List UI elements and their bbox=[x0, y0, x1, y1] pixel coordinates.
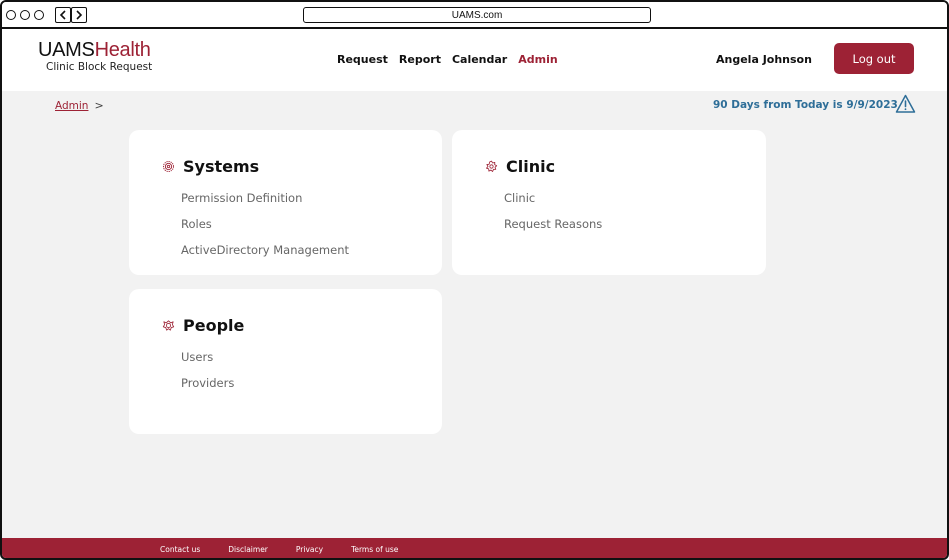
link-activedirectory-management[interactable]: ActiveDirectory Management bbox=[181, 243, 349, 257]
footer-link-privacy[interactable]: Privacy bbox=[296, 545, 323, 554]
logo-wordmark-health: Health bbox=[94, 39, 151, 61]
forward-button[interactable] bbox=[71, 7, 87, 23]
window-controls bbox=[6, 10, 44, 20]
gear-icon bbox=[162, 320, 175, 331]
address-bar[interactable]: UAMS.com bbox=[303, 7, 651, 23]
chevron-left-icon bbox=[59, 10, 66, 20]
link-users[interactable]: Users bbox=[181, 350, 234, 364]
main-nav: Request Report Calendar Admin bbox=[337, 53, 558, 66]
maximize-window-icon[interactable] bbox=[34, 10, 44, 20]
clinic-card: Clinic Clinic Request Reasons bbox=[452, 130, 766, 275]
systems-card-heading: Systems bbox=[183, 157, 260, 176]
minimize-window-icon[interactable] bbox=[20, 10, 30, 20]
people-card-title: People bbox=[162, 316, 244, 335]
footer-link-terms[interactable]: Terms of use bbox=[351, 545, 398, 554]
systems-card-links: Permission Definition Roles ActiveDirect… bbox=[181, 191, 349, 269]
link-providers[interactable]: Providers bbox=[181, 376, 234, 390]
logo-wordmark: UAMSHealth bbox=[38, 39, 152, 61]
browser-toolbar: UAMS.com bbox=[2, 2, 947, 29]
people-card-links: Users Providers bbox=[181, 350, 234, 402]
breadcrumb-separator: > bbox=[94, 99, 104, 112]
gear-icon bbox=[486, 160, 498, 172]
days-notice: 90 Days from Today is 9/9/2023 bbox=[713, 99, 898, 111]
app-subtitle: Clinic Block Request bbox=[46, 61, 153, 73]
link-request-reasons[interactable]: Request Reasons bbox=[504, 217, 602, 231]
app-header: UAMSHealth Clinic Block Request Request … bbox=[2, 29, 947, 91]
link-permission-definition[interactable]: Permission Definition bbox=[181, 191, 349, 205]
people-card: People Users Providers bbox=[129, 289, 442, 434]
nav-item-request[interactable]: Request bbox=[337, 53, 388, 66]
warning-icon[interactable] bbox=[895, 94, 916, 114]
back-button[interactable] bbox=[55, 7, 71, 23]
logout-button[interactable]: Log out bbox=[834, 43, 914, 74]
breadcrumb-item-admin[interactable]: Admin bbox=[55, 100, 88, 112]
clinic-card-heading: Clinic bbox=[506, 157, 556, 176]
close-window-icon[interactable] bbox=[6, 10, 16, 20]
user-name: Angela Johnson bbox=[716, 53, 812, 66]
address-bar-text: UAMS.com bbox=[451, 9, 503, 21]
chevron-right-icon bbox=[76, 10, 83, 20]
nav-item-admin[interactable]: Admin bbox=[518, 53, 557, 66]
nav-item-calendar[interactable]: Calendar bbox=[452, 53, 507, 66]
clinic-card-links: Clinic Request Reasons bbox=[504, 191, 602, 243]
footer-link-disclaimer[interactable]: Disclaimer bbox=[228, 545, 268, 554]
link-roles[interactable]: Roles bbox=[181, 217, 349, 231]
browser-window: UAMS.com UAMSHealth Clinic Block Request… bbox=[0, 0, 949, 560]
clinic-card-title: Clinic bbox=[485, 157, 555, 176]
systems-card-title: Systems bbox=[162, 157, 259, 176]
uams-logo[interactable]: UAMSHealth Clinic Block Request bbox=[38, 39, 152, 73]
link-clinic[interactable]: Clinic bbox=[504, 191, 602, 205]
logo-wordmark-uams: UAMS bbox=[38, 39, 95, 61]
people-card-heading: People bbox=[183, 316, 245, 335]
app-footer: Contact us Disclaimer Privacy Terms of u… bbox=[2, 538, 947, 558]
breadcrumb: Admin > bbox=[55, 99, 104, 112]
gear-icon bbox=[163, 161, 174, 172]
footer-link-contact[interactable]: Contact us bbox=[160, 545, 200, 554]
systems-card: Systems Permission Definition Roles Acti… bbox=[129, 130, 442, 275]
nav-item-report[interactable]: Report bbox=[399, 53, 441, 66]
